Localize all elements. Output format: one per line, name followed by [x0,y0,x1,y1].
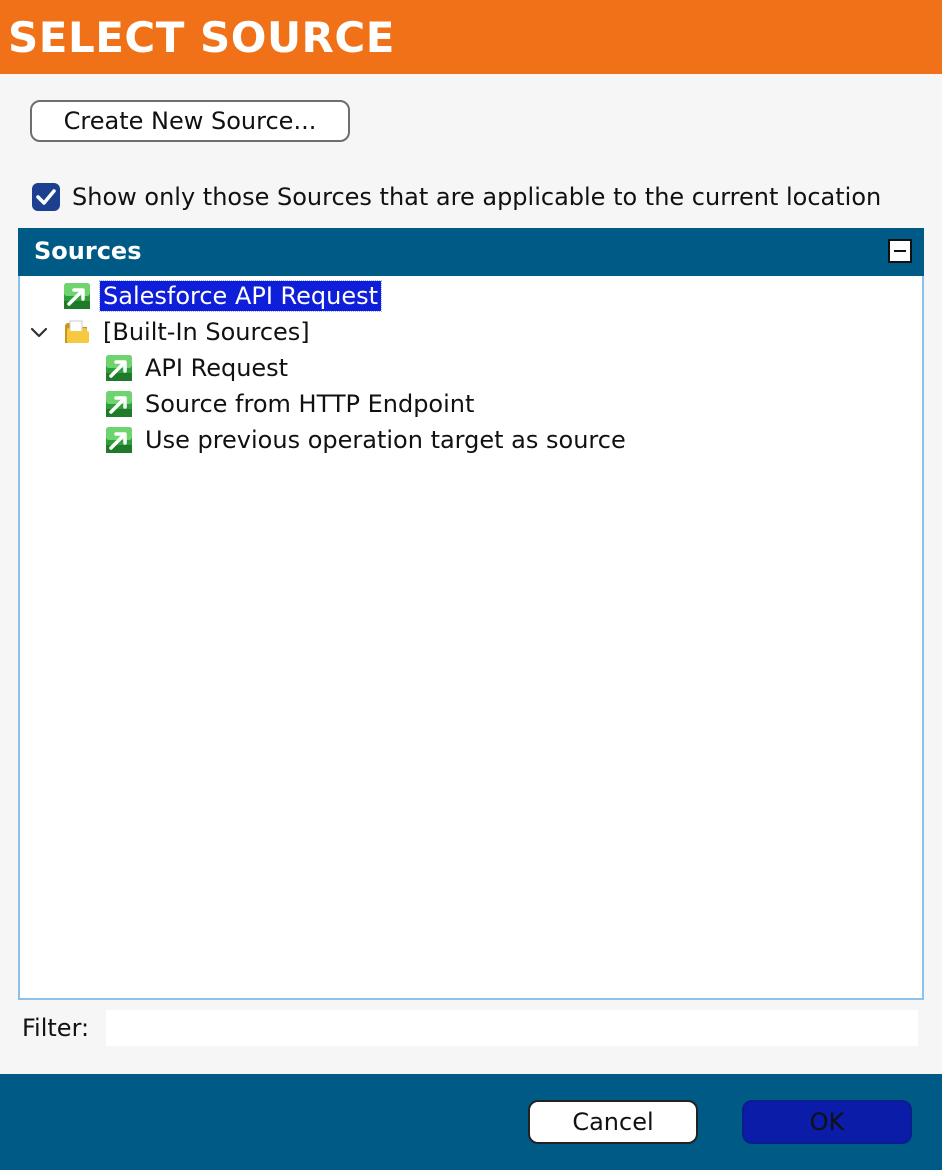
tree-item-api-request[interactable]: API Request [104,351,291,385]
tree-item-label: API Request [145,354,289,382]
ok-button[interactable]: OK [742,1100,912,1144]
dialog-footer: Cancel OK [0,1074,942,1170]
applicable-sources-label: Show only those Sources that are applica… [72,183,882,211]
chevron-down-icon[interactable] [30,323,48,341]
sources-panel-title: Sources [34,237,142,265]
tree-item-salesforce-api-request[interactable]: Salesforce API Request [62,279,383,313]
tree-folder-label: [Built-In Sources] [103,318,310,346]
folder-icon [65,320,89,343]
source-activity-icon [106,391,132,417]
filter-input[interactable] [106,1010,918,1046]
tree-item-label: Use previous operation target as source [145,426,626,454]
dialog-header: SELECT SOURCE [0,0,942,74]
tree-item-label: Salesforce API Request [98,280,383,312]
checkmark-icon [36,189,56,205]
minus-square-icon[interactable] [888,239,912,263]
sources-panel-header: Sources [18,228,924,276]
tree-item-label: Source from HTTP Endpoint [145,390,475,418]
create-new-source-button[interactable]: Create New Source... [30,100,350,142]
filter-label: Filter: [22,1014,90,1042]
applicable-sources-filter[interactable]: Show only those Sources that are applica… [32,180,881,214]
source-activity-icon [106,427,132,453]
sources-panel: Sources Salesforce API Request [Built-In… [18,228,924,1000]
tree-folder-built-in-sources[interactable]: [Built-In Sources] [30,315,313,349]
source-activity-icon [106,355,132,381]
source-activity-icon [64,283,90,309]
dialog-title: SELECT SOURCE [8,13,395,62]
applicable-sources-checkbox[interactable] [32,183,60,211]
tree-item-source-from-http-endpoint[interactable]: Source from HTTP Endpoint [104,387,477,421]
tree-item-use-previous-operation-target[interactable]: Use previous operation target as source [104,423,629,457]
cancel-button[interactable]: Cancel [528,1100,698,1144]
